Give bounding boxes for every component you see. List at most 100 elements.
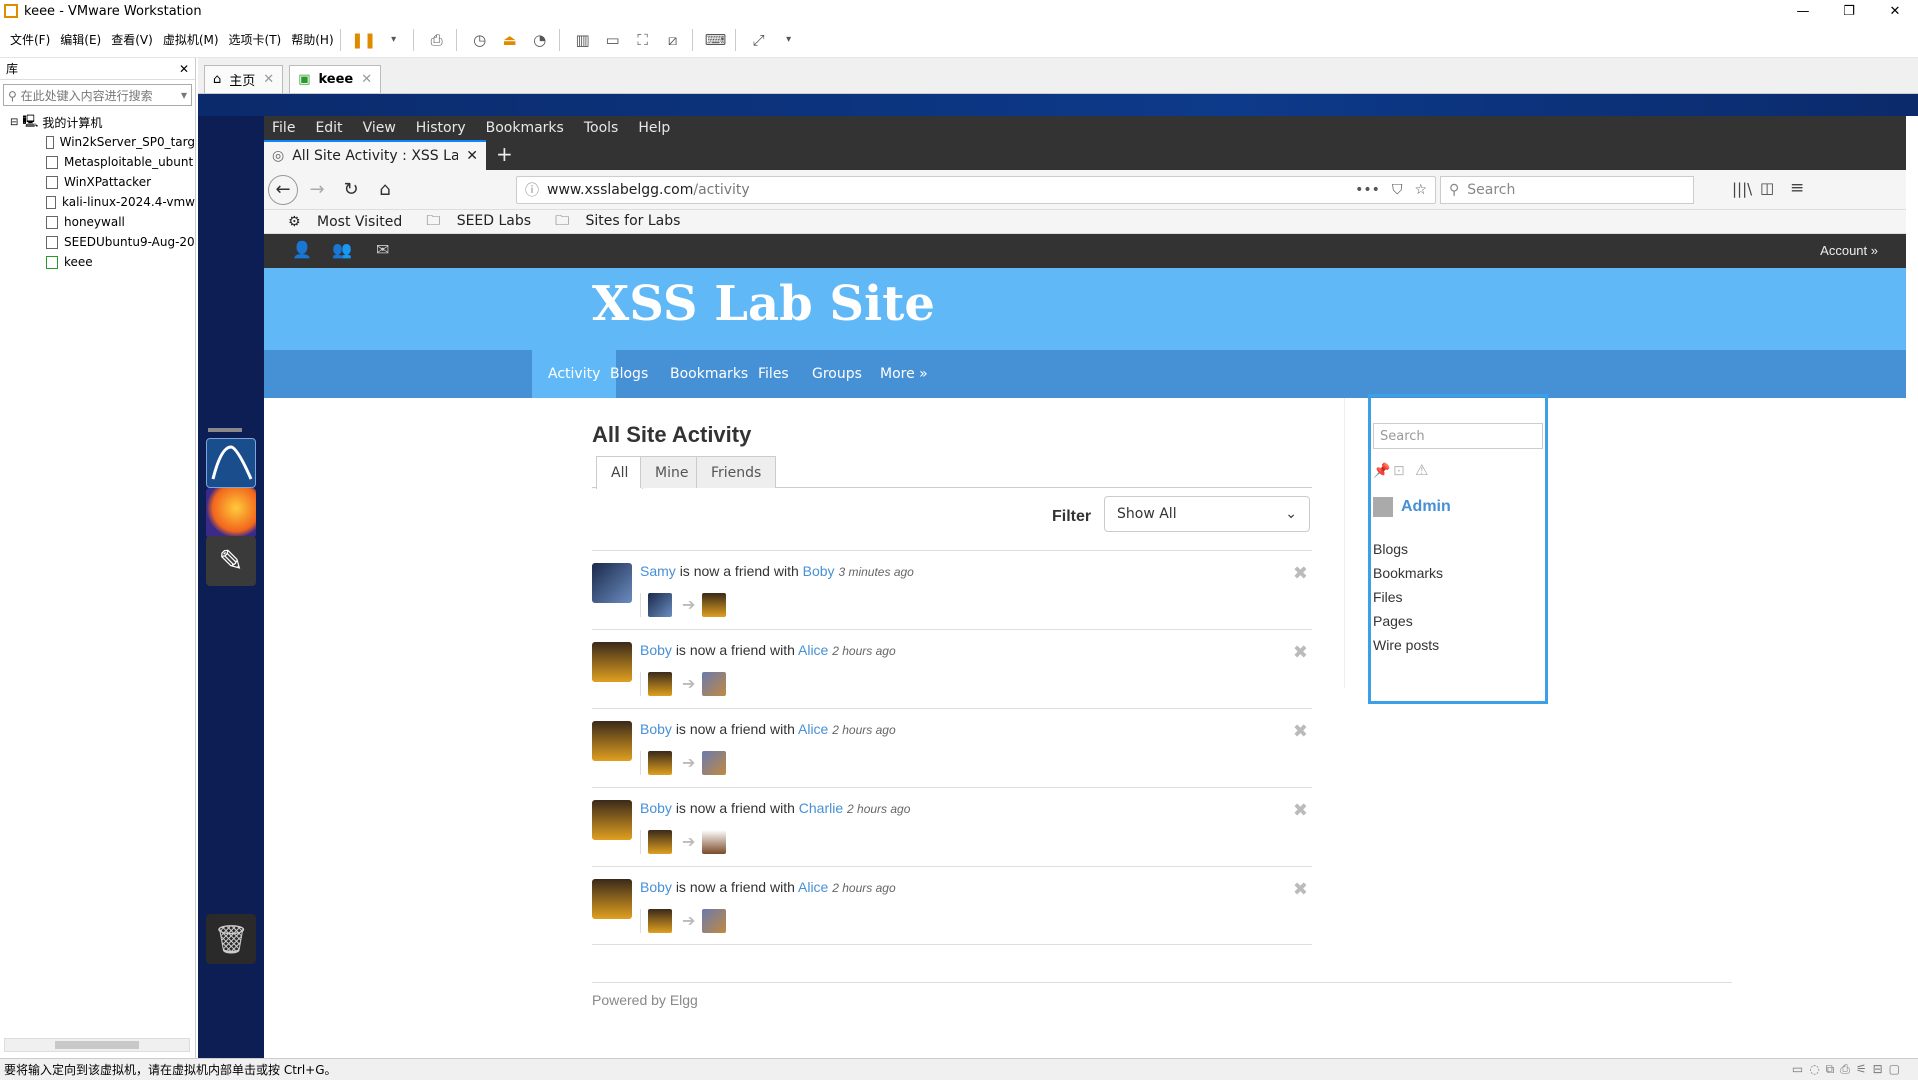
avatar[interactable] <box>592 721 632 761</box>
sidebar-link-bookmarks[interactable]: Bookmarks <box>1373 561 1443 585</box>
subject-link[interactable]: Samy <box>640 563 676 579</box>
revert-snapshot-icon[interactable]: ⏏ <box>497 27 523 53</box>
object-link[interactable]: Boby <box>803 563 835 579</box>
menu-edit[interactable]: 编辑(E) <box>60 31 101 48</box>
page-actions-icon[interactable]: ••• <box>1355 182 1380 198</box>
close-library-icon[interactable]: ✕ <box>179 62 189 76</box>
object-link[interactable]: Alice <box>798 721 828 737</box>
minimize-button[interactable]: — <box>1780 0 1826 22</box>
fullscreen-icon[interactable]: ⛶ <box>630 27 656 53</box>
delete-icon[interactable]: ✖ <box>1293 563 1308 584</box>
pin-icon[interactable]: 📌 <box>1373 463 1390 479</box>
object-link[interactable]: Alice <box>798 879 828 895</box>
menu-tabs[interactable]: 选项卡(T) <box>229 31 282 48</box>
rss-icon[interactable]: ⊡ <box>1393 463 1405 479</box>
sidebar-search-input[interactable]: Search <box>1373 423 1543 449</box>
tab-keee[interactable]: ▣ keee ✕ <box>289 65 382 93</box>
close-icon[interactable]: ✕ <box>361 72 372 87</box>
collapse-icon[interactable]: ⊟ <box>10 117 18 128</box>
avatar[interactable] <box>592 879 632 919</box>
close-icon[interactable]: ✕ <box>263 72 274 87</box>
settings-tool-icon[interactable]: ✎ <box>206 536 256 586</box>
tab-mine[interactable]: Mine <box>640 456 704 488</box>
object-thumb[interactable] <box>702 751 726 775</box>
trash-icon[interactable]: 🗑 <box>206 914 256 964</box>
close-button[interactable]: ✕ <box>1872 0 1918 22</box>
dropdown-icon[interactable]: ▾ <box>381 27 407 53</box>
pause-icon[interactable]: ❚❚ <box>351 27 377 53</box>
object-thumb[interactable] <box>702 909 726 933</box>
object-link[interactable]: Alice <box>798 642 828 658</box>
forward-icon[interactable]: → <box>302 175 332 205</box>
new-tab-icon[interactable]: + <box>496 142 513 166</box>
messages-icon[interactable]: ✉ <box>376 240 389 259</box>
tree-vm-item[interactable]: Metasploitable_ubunt <box>0 152 195 172</box>
ff-menu-tools[interactable]: Tools <box>584 120 619 136</box>
filter-select[interactable]: Show All ⌄ <box>1104 496 1310 532</box>
delete-icon[interactable]: ✖ <box>1293 879 1308 900</box>
browser-search-input[interactable]: ⚲ Search <box>1440 176 1694 204</box>
stretch-dropdown-icon[interactable]: ▾ <box>776 27 802 53</box>
bookmark-sites-for-labs[interactable]: 🗀 Sites for Labs <box>543 210 680 234</box>
pocket-icon[interactable]: ⛉ <box>1392 182 1403 198</box>
menu-vm[interactable]: 虚拟机(M) <box>163 31 219 48</box>
info-icon[interactable]: ⓘ <box>525 180 539 200</box>
console-view-icon[interactable]: ⌨ <box>703 27 729 53</box>
subject-thumb[interactable] <box>648 909 672 933</box>
ff-menu-view[interactable]: View <box>363 120 396 136</box>
unity-icon[interactable]: ⧄ <box>660 27 686 53</box>
subject-link[interactable]: Boby <box>640 721 672 737</box>
subject-thumb[interactable] <box>648 751 672 775</box>
ff-menu-history[interactable]: History <box>416 120 466 136</box>
vm-display[interactable]: ✎ 🗑 File Edit View History Bookmarks Too… <box>198 94 1918 1058</box>
back-icon[interactable]: ← <box>268 174 298 205</box>
tree-vm-item[interactable]: Win2kServer_SP0_targ <box>0 132 195 152</box>
avatar[interactable] <box>592 800 632 840</box>
sidebar-link-files[interactable]: Files <box>1373 585 1443 609</box>
chevron-down-icon[interactable]: ▾ <box>181 88 187 102</box>
firefox-icon[interactable] <box>206 488 256 538</box>
thumbnail-bar-icon[interactable]: ▭ <box>600 27 626 53</box>
menu-file[interactable]: 文件(F) <box>10 31 50 48</box>
ff-menu-help[interactable]: Help <box>638 120 670 136</box>
ff-menu-file[interactable]: File <box>272 120 295 136</box>
sidebar-link-wire-posts[interactable]: Wire posts <box>1373 633 1443 657</box>
snapshot-manager-icon[interactable]: ◔ <box>527 27 553 53</box>
object-link[interactable]: Charlie <box>799 800 843 816</box>
avatar[interactable] <box>1373 497 1393 517</box>
bookmark-seed-labs[interactable]: 🗀 SEED Labs <box>414 210 531 234</box>
avatar[interactable] <box>592 642 632 682</box>
tree-vm-item[interactable]: WinXPattacker <box>0 172 195 192</box>
avatar[interactable] <box>592 563 632 603</box>
menu-help[interactable]: 帮助(H) <box>291 31 333 48</box>
wireshark-icon[interactable] <box>206 438 256 488</box>
snapshot-icon[interactable]: ◷ <box>467 27 493 53</box>
device-icons[interactable]: ▭◌⧉⎙⚟⊟▢ <box>1792 1062 1906 1077</box>
restore-button[interactable]: ❐ <box>1826 0 1872 22</box>
library-hscrollbar[interactable] <box>4 1038 190 1052</box>
subject-thumb[interactable] <box>648 672 672 696</box>
menu-view[interactable]: 查看(V) <box>111 31 153 48</box>
subject-thumb[interactable] <box>648 593 672 617</box>
tree-vm-item[interactable]: honeywall <box>0 212 195 232</box>
hamburger-menu-icon[interactable]: ≡ <box>1790 178 1804 198</box>
bookmark-most-visited[interactable]: ⚙ Most Visited <box>276 214 402 230</box>
profile-icon[interactable]: 👤 <box>292 240 312 259</box>
delete-icon[interactable]: ✖ <box>1293 721 1308 742</box>
tree-vm-item-active[interactable]: keee <box>0 252 195 272</box>
tree-root[interactable]: ⊟ 🖳 我的计算机 <box>0 112 195 132</box>
powered-by[interactable]: Powered by Elgg <box>592 992 698 1008</box>
warning-icon[interactable]: ⚠ <box>1415 461 1428 479</box>
bookmark-star-icon[interactable]: ☆ <box>1414 182 1427 198</box>
object-thumb[interactable] <box>702 593 726 617</box>
subject-link[interactable]: Boby <box>640 642 672 658</box>
tree-vm-item[interactable]: kali-linux-2024.4-vmw <box>0 192 195 212</box>
subject-link[interactable]: Boby <box>640 800 672 816</box>
library-icon[interactable]: |||\ <box>1732 180 1752 198</box>
site-title[interactable]: XSS Lab Site <box>592 276 935 332</box>
object-thumb[interactable] <box>702 830 726 854</box>
home-icon[interactable]: ⌂ <box>370 175 400 205</box>
sidebar-link-pages[interactable]: Pages <box>1373 609 1443 633</box>
account-menu[interactable]: Account » <box>1820 243 1878 258</box>
stretch-icon[interactable]: ⤢ <box>746 27 772 53</box>
